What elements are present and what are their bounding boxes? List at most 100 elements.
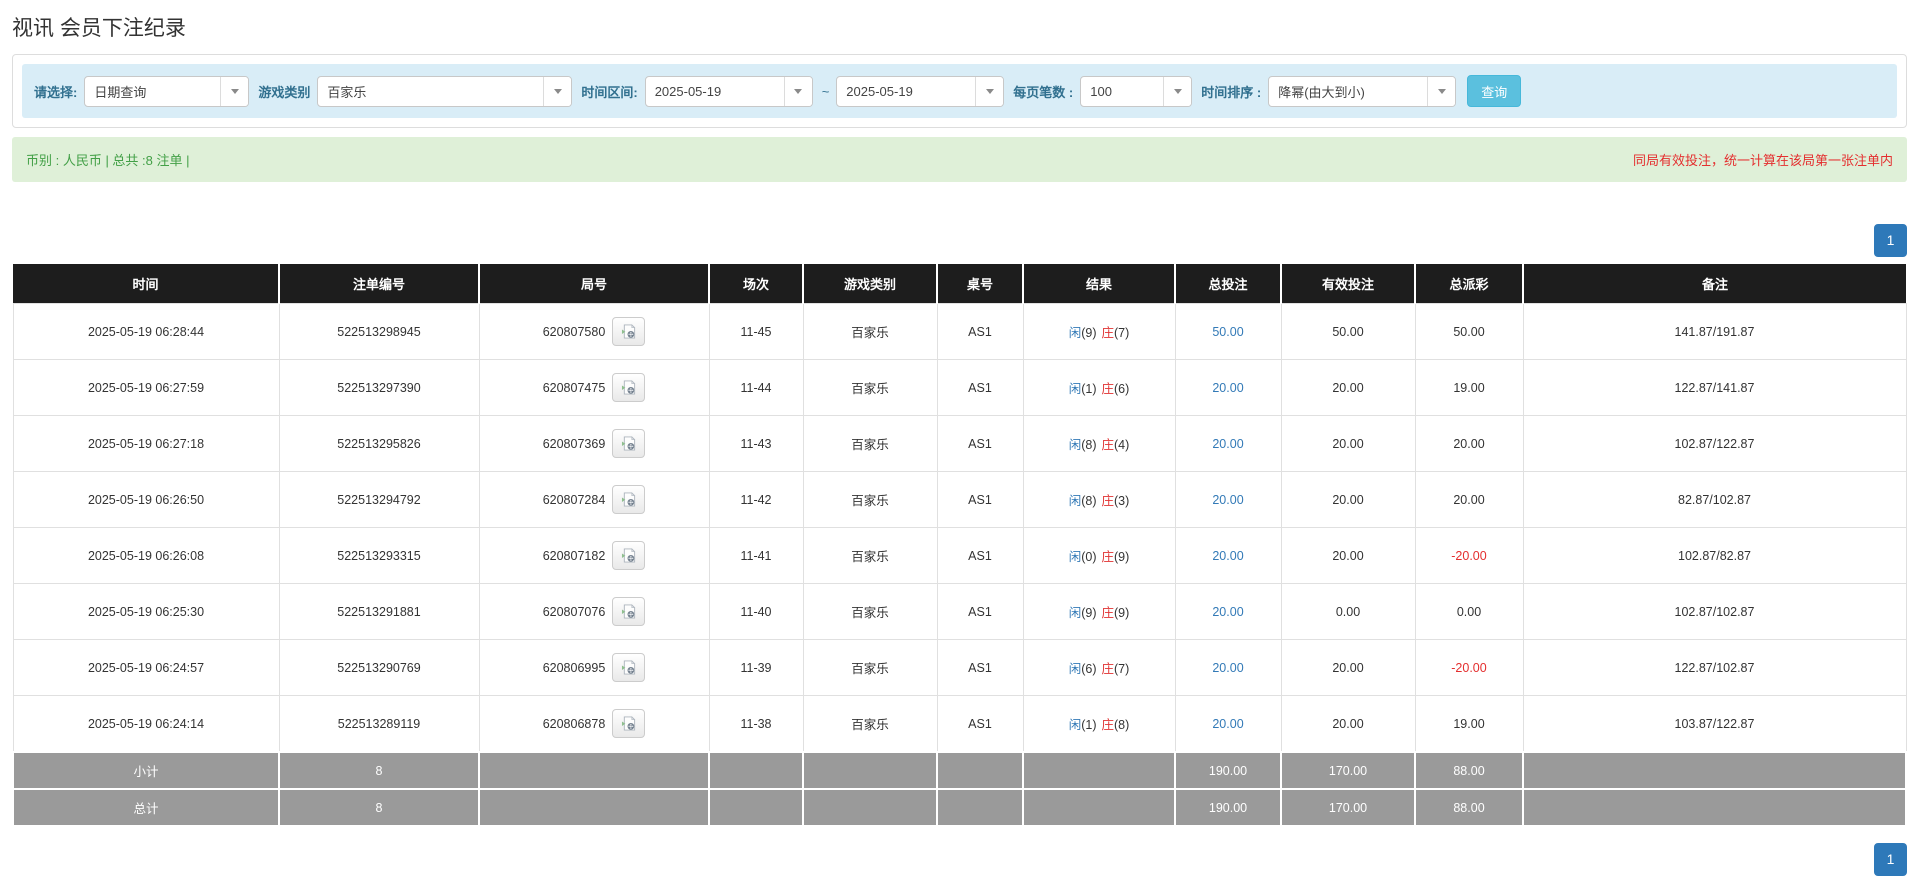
game-category-select[interactable]: 百家乐 xyxy=(317,75,573,107)
banker-result: 庄 xyxy=(1101,494,1115,508)
table-row: 2025-05-19 06:26:50 522513294792 620807284… xyxy=(12,471,1907,528)
total-row-cell-6 xyxy=(1022,788,1176,827)
video-replay-button[interactable] xyxy=(612,485,646,514)
cell-remark: 122.87/102.87 xyxy=(1522,639,1907,696)
player-result: 闲 xyxy=(1068,326,1082,340)
total-bet-link[interactable]: 20.00 xyxy=(1212,381,1243,395)
chevron-down-icon[interactable] xyxy=(220,76,249,106)
total-row-cell-10 xyxy=(1522,788,1907,827)
pagination-page-1-button-bottom[interactable]: 1 xyxy=(1874,843,1907,876)
subtotal-row-cell-0: 小计 xyxy=(12,751,280,790)
banker-result: 庄 xyxy=(1101,606,1115,620)
cell-time: 2025-05-19 06:28:44 xyxy=(12,303,280,360)
cell-round-id: 620806878 xyxy=(478,695,710,753)
cell-valid-bet: 20.00 xyxy=(1280,471,1416,528)
cell-result: 闲(9) 庄(7) xyxy=(1022,303,1176,360)
video-file-icon xyxy=(621,492,636,507)
video-replay-button[interactable] xyxy=(612,373,646,402)
banker-result: 庄 xyxy=(1101,718,1115,732)
chevron-down-icon[interactable] xyxy=(975,76,1004,106)
time-sort-label: 时间排序 : xyxy=(1201,84,1262,100)
table-row: 2025-05-19 06:24:14 522513289119 620806878… xyxy=(12,695,1907,753)
cell-valid-bet: 0.00 xyxy=(1280,583,1416,640)
banker-result: 庄 xyxy=(1101,550,1115,564)
total-bet-link[interactable]: 20.00 xyxy=(1212,493,1243,507)
round-id: 620807182 xyxy=(542,548,606,563)
page-size-label: 每页笔数 : xyxy=(1013,84,1074,100)
chevron-down-icon[interactable] xyxy=(1163,76,1192,106)
column-header-0: 时间 xyxy=(13,264,280,304)
pagination-top: 1 xyxy=(12,224,1907,257)
filter-field-page-size: 每页笔数 : 100 xyxy=(1013,75,1193,107)
cell-payout: 19.00 xyxy=(1414,695,1524,753)
date-from-select[interactable]: 2025-05-19 xyxy=(644,75,813,107)
video-file-icon xyxy=(621,548,636,563)
total-bet-link[interactable]: 20.00 xyxy=(1212,661,1243,675)
filter-field-time-sort: 时间排序 : 降幂(由大到小) xyxy=(1201,75,1457,107)
cell-remark: 102.87/82.87 xyxy=(1522,527,1907,584)
video-replay-button[interactable] xyxy=(612,709,646,738)
column-header-3: 场次 xyxy=(709,264,804,304)
table-row: 2025-05-19 06:26:08 522513293315 620807182… xyxy=(12,527,1907,584)
column-header-8: 有效投注 xyxy=(1281,264,1416,304)
video-replay-button[interactable] xyxy=(612,541,646,570)
time-sort-select[interactable]: 降幂(由大到小) xyxy=(1268,75,1457,107)
table-row: 2025-05-19 06:27:59 522513297390 620807475… xyxy=(12,359,1907,416)
round-id: 620807369 xyxy=(542,436,606,451)
video-replay-button[interactable] xyxy=(612,597,646,626)
cell-valid-bet: 20.00 xyxy=(1280,415,1416,472)
total-bet-link[interactable]: 20.00 xyxy=(1212,549,1243,563)
cell-game-category: 百家乐 xyxy=(802,695,938,753)
cell-session: 11-45 xyxy=(708,303,804,360)
player-result: 闲 xyxy=(1068,494,1082,508)
date-to-select[interactable]: 2025-05-19 xyxy=(836,75,1005,107)
table-row: 2025-05-19 06:24:57 522513290769 620806995… xyxy=(12,639,1907,696)
page-size-select[interactable]: 100 xyxy=(1080,75,1193,107)
video-replay-button[interactable] xyxy=(612,317,646,346)
total-bet-link[interactable]: 20.00 xyxy=(1212,717,1243,731)
cell-remark: 141.87/191.87 xyxy=(1522,303,1907,360)
cell-session: 11-42 xyxy=(708,471,804,528)
subtotal-row-cell-10 xyxy=(1522,751,1907,790)
cell-payout: 50.00 xyxy=(1414,303,1524,360)
cell-payout: 20.00 xyxy=(1414,471,1524,528)
cell-session: 11-38 xyxy=(708,695,804,753)
subtotal-row-cell-2 xyxy=(478,751,710,790)
cell-remark: 102.87/122.87 xyxy=(1522,415,1907,472)
cell-valid-bet: 20.00 xyxy=(1280,639,1416,696)
query-type-select[interactable]: 日期查询 xyxy=(84,75,250,107)
cell-game-category: 百家乐 xyxy=(802,639,938,696)
total-bet-link[interactable]: 20.00 xyxy=(1212,605,1243,619)
cell-bet-id: 522513291881 xyxy=(278,583,480,640)
player-result: 闲 xyxy=(1068,382,1082,396)
subtotal-row-cell-9: 88.00 xyxy=(1414,751,1524,790)
filter-bar: 请选择: 日期查询 游戏类别 百家乐 时间区间: 2025-05-19 ~2025-05-1… xyxy=(22,64,1897,118)
filter-field-game-category: 游戏类别 百家乐 xyxy=(258,75,573,107)
total-row-cell-8: 170.00 xyxy=(1280,788,1416,827)
page-title: 视讯 会员下注纪录 xyxy=(12,17,186,40)
player-result: 闲 xyxy=(1068,606,1082,620)
pagination-page-1-button[interactable]: 1 xyxy=(1874,224,1907,257)
cell-total-bet: 20.00 xyxy=(1174,471,1282,528)
cell-payout: 20.00 xyxy=(1414,415,1524,472)
total-row-cell-3 xyxy=(708,788,804,827)
video-replay-button[interactable] xyxy=(612,653,646,682)
search-button[interactable]: 查询 xyxy=(1467,75,1522,107)
cell-table-no: AS1 xyxy=(936,639,1024,696)
cell-time: 2025-05-19 06:24:14 xyxy=(12,695,280,753)
cell-round-id: 620807369 xyxy=(478,415,710,472)
cell-valid-bet: 20.00 xyxy=(1280,527,1416,584)
cell-round-id: 620807182 xyxy=(478,527,710,584)
cell-table-no: AS1 xyxy=(936,471,1024,528)
chevron-down-icon[interactable] xyxy=(783,76,812,106)
chevron-down-icon[interactable] xyxy=(543,76,572,106)
total-row-cell-2 xyxy=(478,788,710,827)
video-replay-button[interactable] xyxy=(612,429,646,458)
video-file-icon xyxy=(621,604,636,619)
chevron-down-icon[interactable] xyxy=(1427,76,1456,106)
total-bet-link[interactable]: 20.00 xyxy=(1212,437,1243,451)
total-bet-link[interactable]: 50.00 xyxy=(1212,325,1243,339)
cell-result: 闲(1) 庄(6) xyxy=(1022,359,1176,416)
cell-payout: -20.00 xyxy=(1414,639,1524,696)
cell-game-category: 百家乐 xyxy=(802,583,938,640)
